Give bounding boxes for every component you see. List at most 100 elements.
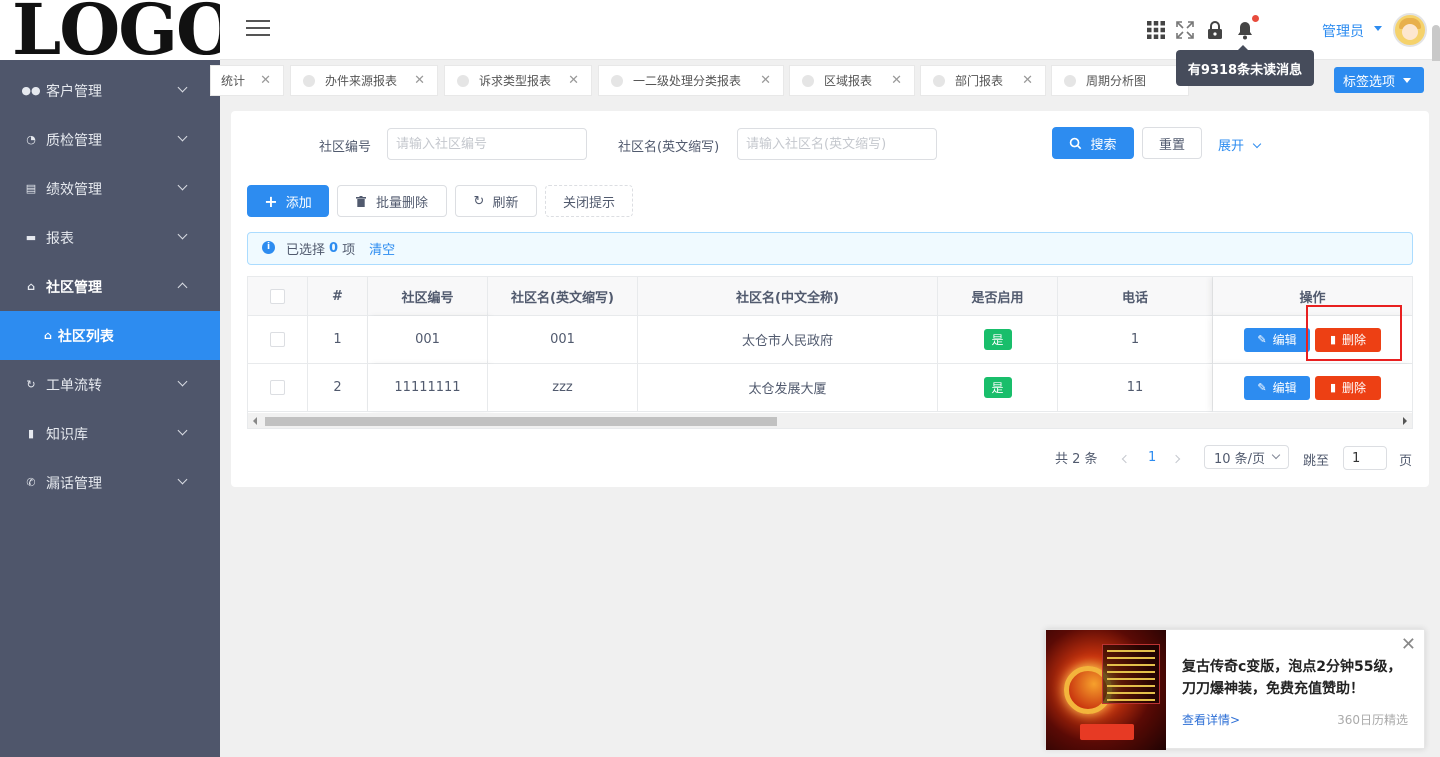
expand-toggle[interactable]: 展开 <box>1218 135 1262 154</box>
table-cell-full-name: 太仓市人民政府 <box>638 316 938 364</box>
table-row-checkbox-cell <box>248 364 308 412</box>
menu-toggle-icon[interactable] <box>246 20 270 38</box>
selection-count: 0 <box>329 241 339 256</box>
selection-suffix: 项 <box>342 243 356 258</box>
close-icon[interactable]: ✕ <box>414 73 425 88</box>
scroll-right-icon[interactable] <box>1403 417 1407 425</box>
chevron-down-icon <box>177 180 188 191</box>
table-cell-code: 11111111 <box>368 364 488 412</box>
selection-prefix: 已选择 <box>286 243 326 258</box>
close-icon[interactable]: ✕ <box>568 73 579 88</box>
reset-button[interactable]: 重置 <box>1142 127 1202 159</box>
sidebar-item-report[interactable]: ▬ 报表 <box>0 213 220 262</box>
sidebar-item-workflow[interactable]: ↻ 工单流转 <box>0 360 220 409</box>
selection-alert: i 已选择 0 项 清空 <box>247 232 1413 265</box>
status-badge: 是 <box>983 329 1012 350</box>
close-icon[interactable]: ✕ <box>1022 73 1033 88</box>
select-all-checkbox[interactable] <box>270 288 285 304</box>
tab-label: 诉求类型报表 <box>479 74 552 88</box>
ad-title[interactable]: 复古传奇c变版，泡点2分钟55级，刀刀爆神装，免费充值赞助！ <box>1182 656 1414 700</box>
bell-icon[interactable] <box>1235 20 1255 40</box>
column-header-code: 社区编号 <box>368 277 488 316</box>
row-checkbox[interactable] <box>270 332 285 347</box>
close-icon[interactable]: ✕ <box>260 73 271 88</box>
next-page-icon[interactable] <box>1171 454 1181 464</box>
tab-classification-report[interactable]: 一二级处理分类报表 ✕ <box>598 65 784 96</box>
batch-delete-button[interactable]: 批量删除 <box>337 185 447 217</box>
delete-button[interactable]: ▮ 删除 <box>1315 327 1381 352</box>
table-cell-enabled: 是 <box>938 316 1058 364</box>
edit-button[interactable]: ✎ 编辑 <box>1244 327 1310 352</box>
tab-cycle-analysis[interactable]: 周期分析图 <box>1051 65 1189 96</box>
tab-department-report[interactable]: 部门报表 ✕ <box>920 65 1046 96</box>
scrollbar-thumb[interactable] <box>265 417 777 426</box>
sidebar-item-missed-calls[interactable]: ✆ 漏话管理 <box>0 458 220 507</box>
delete-button[interactable]: ▮ 删除 <box>1315 375 1381 400</box>
avatar[interactable] <box>1393 13 1427 47</box>
prev-page-icon[interactable] <box>1121 454 1131 464</box>
sidebar-item-label: 工单流转 <box>46 377 102 394</box>
table-cell-phone: 11 <box>1058 364 1213 412</box>
apps-grid-icon[interactable] <box>1146 20 1166 40</box>
refresh-label: 刷新 <box>492 195 519 211</box>
close-tip-label: 关闭提示 <box>562 195 615 211</box>
tab-label: 区域报表 <box>824 74 873 88</box>
tab-region-report[interactable]: 区域报表 ✕ <box>789 65 915 96</box>
fullscreen-icon[interactable] <box>1175 20 1195 40</box>
sidebar-item-knowledge[interactable]: ▮ 知识库 <box>0 409 220 458</box>
tab-status-dot <box>1064 74 1076 87</box>
search-button[interactable]: 搜索 <box>1052 127 1134 159</box>
caret-down-icon[interactable] <box>1374 26 1382 31</box>
table-row-checkbox-cell <box>248 316 308 364</box>
edit-button[interactable]: ✎ 编辑 <box>1244 375 1310 400</box>
table-horizontal-scrollbar[interactable] <box>248 413 1412 428</box>
sidebar-item-label: 知识库 <box>46 426 88 443</box>
refresh-button[interactable]: ↻ 刷新 <box>455 185 537 217</box>
community-code-input[interactable] <box>387 128 587 160</box>
table-cell-abbr: zzz <box>488 364 638 412</box>
pagination-current-page[interactable]: 1 <box>1148 450 1156 465</box>
tab-status-dot <box>303 74 315 87</box>
table-cell-enabled: 是 <box>938 364 1058 412</box>
sidebar-item-customer[interactable]: ●● 客户管理 <box>0 66 220 115</box>
sidebar-item-community[interactable]: ⌂ 社区管理 <box>0 262 220 311</box>
sidebar-item-performance[interactable]: ▤ 绩效管理 <box>0 164 220 213</box>
column-header-full-name: 社区名(中文全称) <box>638 277 938 316</box>
close-icon[interactable]: ✕ <box>760 73 771 88</box>
user-name[interactable]: 管理员 <box>1322 21 1364 41</box>
tab-label: 统计 <box>221 74 246 88</box>
clear-selection-link[interactable]: 清空 <box>369 239 395 258</box>
sidebar-item-label: 绩效管理 <box>46 181 102 198</box>
tab-appeal-type-report[interactable]: 诉求类型报表 ✕ <box>444 65 592 96</box>
tab-source-report[interactable]: 办件来源报表 ✕ <box>290 65 438 96</box>
sidebar-item-quality[interactable]: ◔ 质检管理 <box>0 115 220 164</box>
jump-page-input[interactable] <box>1343 446 1387 470</box>
tab-stats[interactable]: 统计 ✕ <box>210 65 284 96</box>
home-icon: ⌂ <box>44 329 52 342</box>
close-icon[interactable]: ✕ <box>891 73 902 88</box>
tag-options-button[interactable]: 标签选项 <box>1334 67 1424 93</box>
tab-status-dot <box>933 74 945 87</box>
row-checkbox[interactable] <box>270 380 285 395</box>
close-icon[interactable]: ✕ <box>1401 634 1416 655</box>
community-name-input[interactable] <box>737 128 937 160</box>
scroll-left-icon[interactable] <box>253 417 257 425</box>
tag-options-label: 标签选项 <box>1343 74 1396 90</box>
add-button[interactable]: + 添加 <box>247 185 329 217</box>
table-cell-full-name: 太仓发展大厦 <box>638 364 938 412</box>
ad-image[interactable] <box>1046 630 1166 750</box>
tab-label: 部门报表 <box>955 74 1004 88</box>
ad-details-link[interactable]: 查看详情> <box>1182 711 1240 728</box>
chevron-down-icon <box>1271 450 1281 460</box>
sidebar-item-label: 社区管理 <box>46 279 102 296</box>
community-code-label: 社区编号 <box>319 140 372 155</box>
table-cell-index: 2 <box>308 364 368 412</box>
column-header-actions: 操作 <box>1213 277 1412 316</box>
sidebar-subitem-community-list[interactable]: ⌂ 社区列表 <box>0 311 220 360</box>
select-all-cell <box>248 277 308 316</box>
ad-popup: 复古传奇c变版，泡点2分钟55级，刀刀爆神装，免费充值赞助！ 查看详情> 360… <box>1045 629 1425 750</box>
lock-icon[interactable] <box>1205 20 1225 40</box>
clock-icon: ◔ <box>26 133 36 146</box>
page-size-select[interactable]: 10 条/页 <box>1204 445 1289 469</box>
close-tip-button[interactable]: 关闭提示 <box>545 185 633 217</box>
